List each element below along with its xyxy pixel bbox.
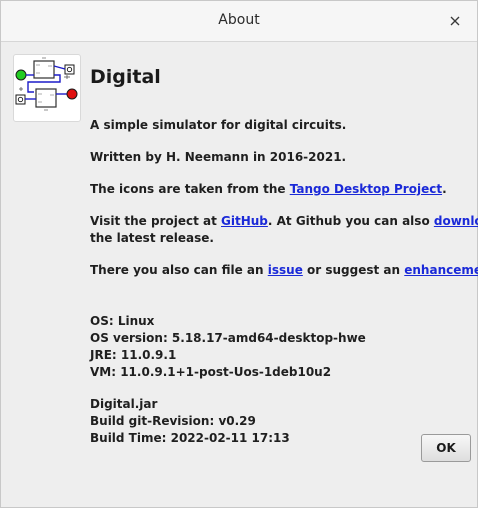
visit-project-text: Visit the project at GitHub. At Github y… [90,214,478,228]
jre-info: JRE: 11.0.9.1 [90,348,177,362]
os-version-info: OS version: 5.18.17-amd64-desktop-hwe [90,331,366,345]
download-link[interactable]: download [434,214,478,228]
icons-credit-prefix: The icons are taken from the [90,182,290,196]
title-bar: About [1,1,477,42]
close-button[interactable] [445,11,465,31]
about-dialog: About Digital A simple simulator for dig… [0,0,478,508]
dialog-content: Digital A simple simulator for digital c… [1,42,478,507]
app-name: Digital [90,66,161,88]
jar-info: Digital.jar [90,397,158,411]
latest-release-text: the latest release. [90,231,214,245]
build-revision-info: Build git-Revision: v0.29 [90,414,256,428]
author-text: Written by H. Neemann in 2016-2021. [90,150,347,164]
tango-project-link[interactable]: Tango Desktop Project [290,182,442,196]
issue-text: There you also can file an issue or sugg… [90,263,478,277]
digital-circuit-logo-icon [15,57,78,111]
app-logo [13,54,81,122]
description-text: A simple simulator for digital circuits. [90,118,347,132]
vm-info: VM: 11.0.9.1+1-post-Uos-1deb10u2 [90,365,332,379]
window-title: About [218,12,260,28]
issue-prefix: There you also can file an [90,263,268,277]
os-info: OS: Linux [90,314,155,328]
visit-middle: . At Github you can also [267,214,434,228]
icons-credit-suffix: . [442,182,447,196]
build-time-info: Build Time: 2022-02-11 17:13 [90,431,290,445]
icons-credit-text: The icons are taken from the Tango Deskt… [90,182,447,196]
visit-prefix: Visit the project at [90,214,221,228]
close-icon [450,16,460,26]
issue-link[interactable]: issue [268,263,303,277]
github-link[interactable]: GitHub [221,214,268,228]
enhancement-link[interactable]: enhancement [404,263,478,277]
issue-middle: or suggest an [302,263,405,277]
ok-button[interactable]: OK [421,434,471,462]
